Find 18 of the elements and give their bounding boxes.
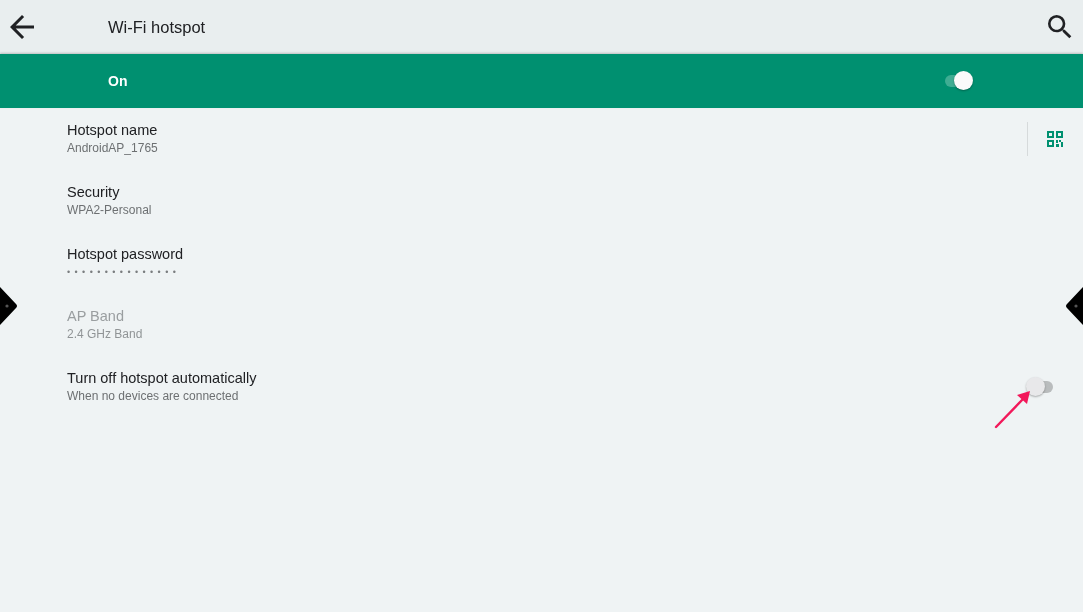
- master-switch-label: On: [108, 73, 128, 89]
- setting-title: Security: [67, 184, 120, 201]
- qr-code-button[interactable]: [1047, 131, 1063, 147]
- back-button[interactable]: [10, 15, 34, 39]
- setting-title: AP Band: [67, 308, 124, 325]
- page-title: Wi-Fi hotspot: [108, 17, 206, 37]
- edge-handle-icon[interactable]: [1065, 286, 1083, 326]
- masked-password: •••••••••••••••: [67, 266, 181, 279]
- pointer-arrow-icon: [994, 389, 1032, 429]
- setting-title: Turn off hotspot automatically: [67, 370, 257, 387]
- search-button[interactable]: [1048, 15, 1072, 39]
- setting-summary: When no devices are connected: [67, 389, 239, 404]
- setting-title: Hotspot password: [67, 246, 184, 263]
- setting-title: Hotspot name: [67, 122, 158, 139]
- setting-summary: WPA2-Personal: [67, 203, 152, 218]
- setting-summary: AndroidAP_1765: [67, 141, 158, 156]
- setting-summary: 2.4 GHz Band: [67, 327, 143, 342]
- edge-handle-icon[interactable]: [0, 286, 18, 326]
